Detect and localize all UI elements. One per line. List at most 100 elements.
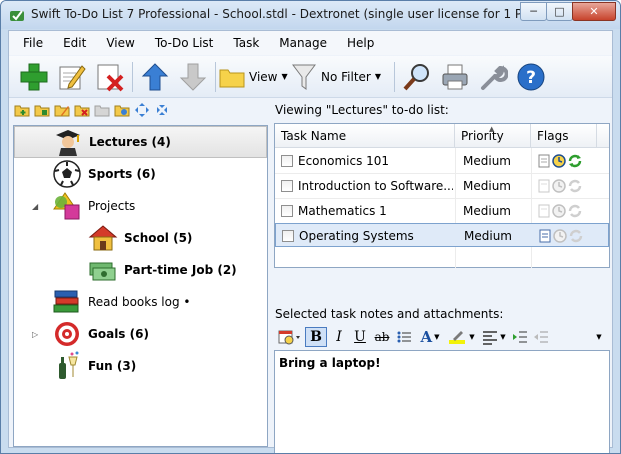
- recurring-icon[interactable]: [568, 179, 582, 193]
- font-color-button[interactable]: A ▼: [416, 327, 444, 347]
- reminder-clock-icon[interactable]: [553, 229, 567, 243]
- toolbar-overflow-button[interactable]: ▼: [590, 327, 608, 347]
- print-button[interactable]: [436, 59, 474, 95]
- chevron-down-icon: ▼: [374, 72, 382, 81]
- strikethrough-button[interactable]: ab: [372, 327, 392, 347]
- note-icon[interactable]: [537, 179, 551, 193]
- menu-help[interactable]: Help: [337, 36, 384, 50]
- tree-item-fun[interactable]: Fun (3): [14, 350, 267, 382]
- menu-file[interactable]: File: [9, 36, 53, 50]
- bold-button[interactable]: B: [305, 327, 327, 347]
- minimize-button[interactable]: ─: [520, 2, 547, 21]
- delete-list-button[interactable]: [73, 101, 91, 119]
- menu-manage[interactable]: Manage: [269, 36, 337, 50]
- task-priority: Medium: [463, 179, 511, 193]
- collapse-triangle-icon[interactable]: ◢: [32, 202, 42, 211]
- reminder-clock-icon[interactable]: [552, 179, 566, 193]
- chevron-down-icon: ▼: [281, 72, 288, 81]
- menu-task[interactable]: Task: [223, 36, 269, 50]
- underline-button[interactable]: U: [351, 327, 369, 347]
- column-header-flags[interactable]: Flags: [531, 124, 597, 148]
- tree-item-goals[interactable]: ▷ Goals (6): [14, 318, 267, 350]
- tree-item-read-books-log[interactable]: Read books log •: [14, 286, 267, 318]
- view-dropdown[interactable]: View ▼: [219, 59, 291, 95]
- tree-item-lectures[interactable]: Lectures (4): [14, 126, 267, 158]
- tree-item-sports[interactable]: Sports (6): [14, 158, 267, 190]
- task-row[interactable]: Introduction to Software... Medium: [275, 174, 609, 198]
- task-checkbox[interactable]: [281, 155, 293, 167]
- target-icon: [55, 322, 79, 346]
- task-row-selected[interactable]: Operating Systems Medium: [275, 223, 609, 247]
- collapse-arrows-icon: [157, 105, 167, 115]
- expand-triangle-icon[interactable]: ▷: [32, 330, 42, 339]
- menu-todo-list[interactable]: To-Do List: [145, 36, 224, 50]
- outdent-button[interactable]: [532, 327, 550, 347]
- reminder-clock-icon[interactable]: [552, 154, 566, 168]
- recurring-icon[interactable]: [569, 229, 583, 243]
- edit-pencil-icon: [59, 64, 86, 89]
- new-list-button[interactable]: [13, 101, 31, 119]
- tree-item-label: Fun (3): [88, 359, 137, 373]
- recurring-icon[interactable]: [568, 154, 582, 168]
- soccer-ball-icon: [53, 160, 81, 188]
- money-icon: [89, 262, 116, 281]
- task-name: Economics 101: [298, 154, 390, 168]
- title-bar[interactable]: Swift To-Do List 7 Professional - School…: [1, 1, 620, 29]
- tree-item-projects[interactable]: ◢ Projects: [14, 190, 267, 222]
- new-sublist-button[interactable]: [33, 101, 51, 119]
- bullet-list-button[interactable]: [395, 327, 413, 347]
- task-row[interactable]: Economics 101 Medium: [275, 149, 609, 173]
- delete-task-button[interactable]: [91, 59, 129, 95]
- tasks-pane: Viewing "Lectures" to-do list: Task Name…: [272, 99, 612, 453]
- search-button[interactable]: [398, 59, 436, 95]
- expand-all-button[interactable]: [133, 101, 151, 119]
- folder-edit-icon: [54, 105, 70, 117]
- edit-list-button[interactable]: [53, 101, 71, 119]
- highlight-color-button[interactable]: ▼: [447, 327, 477, 347]
- help-button[interactable]: ?: [512, 59, 550, 95]
- task-checkbox[interactable]: [281, 205, 293, 217]
- tree-item-school[interactable]: School (5): [14, 222, 267, 254]
- note-icon[interactable]: [537, 154, 551, 168]
- add-task-button[interactable]: [15, 59, 53, 95]
- maximize-button[interactable]: □: [546, 2, 573, 21]
- expand-arrows-icon: [135, 103, 149, 117]
- tree-item-part-time-job[interactable]: Part-time Job (2): [14, 254, 267, 286]
- settings-button[interactable]: [474, 59, 512, 95]
- indent-button[interactable]: [511, 327, 529, 347]
- disabled-list-button[interactable]: [93, 101, 111, 119]
- svg-text:?: ?: [526, 68, 536, 88]
- align-left-icon: [483, 331, 498, 345]
- task-row[interactable]: Mathematics 1 Medium: [275, 199, 609, 223]
- task-name: Operating Systems: [299, 229, 414, 243]
- toolbar-separator: [394, 61, 395, 92]
- note-icon[interactable]: [538, 229, 552, 243]
- notes-editor[interactable]: Bring a laptop!: [274, 350, 610, 453]
- insert-date-button[interactable]: [278, 327, 302, 347]
- filter-funnel-icon: [292, 64, 316, 90]
- align-button[interactable]: ▼: [480, 327, 508, 347]
- task-checkbox[interactable]: [282, 230, 294, 242]
- delete-icon: [97, 64, 124, 91]
- task-checkbox[interactable]: [281, 180, 293, 192]
- font-color-label: A: [420, 328, 433, 346]
- italic-button[interactable]: I: [330, 327, 348, 347]
- edit-task-button[interactable]: [53, 59, 91, 95]
- reminder-clock-icon[interactable]: [552, 204, 566, 218]
- column-header-task-name[interactable]: Task Name: [275, 124, 455, 148]
- house-icon: [88, 225, 118, 251]
- collapse-all-button[interactable]: [153, 101, 171, 119]
- move-up-button[interactable]: [136, 59, 174, 95]
- calendar-clock-icon: [278, 330, 300, 345]
- menu-view[interactable]: View: [96, 36, 144, 50]
- task-name: Introduction to Software...: [298, 179, 453, 193]
- close-button[interactable]: ✕: [572, 2, 616, 21]
- list-properties-button[interactable]: [113, 101, 131, 119]
- menu-edit[interactable]: Edit: [53, 36, 96, 50]
- recurring-icon[interactable]: [568, 204, 582, 218]
- filter-dropdown[interactable]: No Filter ▼: [291, 59, 391, 95]
- wrench-icon: [481, 64, 508, 90]
- move-down-button[interactable]: [174, 59, 212, 95]
- outdent-icon: [534, 331, 548, 343]
- note-icon[interactable]: [537, 204, 551, 218]
